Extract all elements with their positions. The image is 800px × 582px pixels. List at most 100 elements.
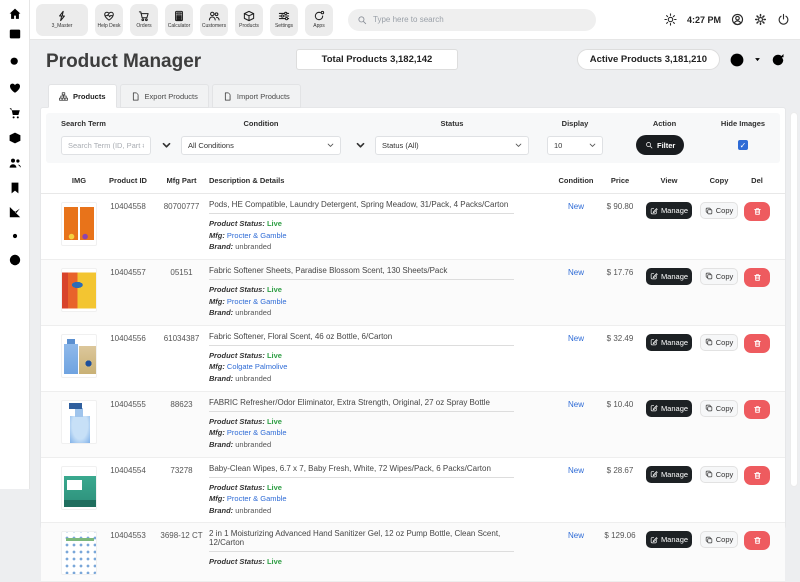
- column-header-view: View: [642, 176, 696, 185]
- app-button-settings[interactable]: Settings: [270, 4, 298, 36]
- status-select[interactable]: Status (All): [375, 136, 529, 155]
- app-button-label: Calculator: [168, 24, 191, 29]
- total-products-badge: Total Products 3,182,142: [296, 49, 458, 70]
- copy-button[interactable]: Copy: [700, 268, 738, 285]
- app-button-customers[interactable]: Customers: [200, 4, 228, 36]
- copy-button[interactable]: Copy: [700, 400, 738, 417]
- product-image[interactable]: [61, 400, 97, 444]
- tab-export-products[interactable]: Export Products: [120, 84, 209, 108]
- del-cell: [742, 332, 772, 353]
- user-avatar-icon[interactable]: [731, 13, 744, 26]
- bookmark-icon[interactable]: [8, 181, 22, 195]
- table-header-row: IMG Product ID Mfg Part Description & De…: [41, 168, 785, 194]
- copy-button[interactable]: Copy: [700, 202, 738, 219]
- mfg-link[interactable]: Procter & Gamble: [227, 428, 287, 437]
- price-cell: $ 32.49: [598, 332, 642, 343]
- manage-button[interactable]: Manage: [646, 268, 692, 285]
- condition-select[interactable]: All Conditions: [181, 136, 341, 155]
- global-search[interactable]: [348, 9, 596, 31]
- mfg-link[interactable]: Procter & Gamble: [227, 231, 287, 240]
- tab-products[interactable]: Products: [48, 84, 117, 108]
- delete-button[interactable]: [744, 400, 770, 419]
- delete-button[interactable]: [744, 531, 770, 550]
- product-status-value: Live: [267, 285, 282, 294]
- orders-cart-icon[interactable]: [8, 106, 22, 120]
- power-icon[interactable]: [777, 13, 790, 26]
- search-term-input[interactable]: [68, 141, 144, 150]
- manage-button[interactable]: Manage: [646, 466, 692, 483]
- download-icon[interactable]: [729, 52, 745, 68]
- vertical-scrollbar[interactable]: [790, 112, 798, 487]
- product-status-line: Product Status: Live: [209, 416, 514, 428]
- reports-chart-icon[interactable]: [8, 205, 22, 219]
- manage-button[interactable]: Manage: [646, 334, 692, 351]
- brand-line: Brand: unbranded: [209, 241, 514, 253]
- description-cell: Baby-Clean Wipes, 6.7 x 7, Baby Fresh, W…: [209, 464, 554, 517]
- product-image[interactable]: [61, 466, 97, 510]
- manage-button[interactable]: Manage: [646, 531, 692, 548]
- tab-import-products[interactable]: Import Products: [212, 84, 301, 108]
- help-desk-icon[interactable]: [8, 81, 22, 95]
- product-description: Pods, HE Compatible, Laundry Detergent, …: [209, 200, 514, 214]
- app-button-master[interactable]: 3_Master: [36, 4, 88, 36]
- display-value: 10: [554, 141, 562, 150]
- product-id-cell: 10404556: [102, 332, 154, 343]
- brand-line: Brand: unbranded: [209, 505, 514, 517]
- product-image[interactable]: [61, 268, 97, 312]
- copy-button[interactable]: Copy: [700, 334, 738, 351]
- caret-down-icon[interactable]: [754, 56, 761, 63]
- customers-users-icon[interactable]: [8, 156, 22, 170]
- price-cell: $ 129.06: [598, 529, 642, 540]
- product-image[interactable]: [61, 202, 97, 246]
- product-status-value: Live: [267, 483, 282, 492]
- view-cell: Manage: [642, 398, 696, 417]
- home-icon[interactable]: [8, 7, 22, 21]
- status-expand-button[interactable]: [353, 136, 367, 155]
- products-box-icon[interactable]: [8, 131, 22, 145]
- mfg-part-cell: 88623: [154, 398, 209, 409]
- delete-button[interactable]: [744, 466, 770, 485]
- display-select[interactable]: 10: [547, 136, 603, 155]
- refresh-icon[interactable]: [770, 52, 786, 68]
- del-cell: [742, 464, 772, 485]
- brand-label: Brand:: [209, 242, 233, 251]
- brand-label: Brand:: [209, 506, 233, 515]
- product-status-value: Live: [267, 417, 282, 426]
- app-button-calculator[interactable]: Calculator: [165, 4, 193, 36]
- manage-button[interactable]: Manage: [646, 202, 692, 219]
- app-button-help-desk[interactable]: Help Desk: [95, 4, 123, 36]
- app-button-orders[interactable]: Orders: [130, 4, 158, 36]
- gear-icon[interactable]: [754, 13, 767, 26]
- app-button-products[interactable]: Products: [235, 4, 263, 36]
- delete-button[interactable]: [744, 334, 770, 353]
- delete-button[interactable]: [744, 268, 770, 287]
- copy-button[interactable]: Copy: [700, 466, 738, 483]
- product-image[interactable]: [61, 531, 97, 575]
- product-description: Baby-Clean Wipes, 6.7 x 7, Baby Fresh, W…: [209, 464, 514, 478]
- mfg-link[interactable]: Procter & Gamble: [227, 297, 287, 306]
- copy-button[interactable]: Copy: [700, 531, 738, 548]
- edit-icon: [650, 404, 658, 412]
- product-image[interactable]: [61, 334, 97, 378]
- product-id-cell: 10404553: [102, 529, 154, 540]
- mfg-part-cell: 80700777: [154, 200, 209, 211]
- copy-icon: [705, 272, 713, 280]
- app-button-apps[interactable]: Apps: [305, 4, 333, 36]
- condition-expand-button[interactable]: [159, 136, 173, 155]
- brand-label: Brand:: [209, 308, 233, 317]
- theme-sun-icon[interactable]: [664, 13, 677, 26]
- mfg-link[interactable]: Procter & Gamble: [227, 494, 287, 503]
- copy-cell: Copy: [696, 200, 742, 219]
- product-status-label: Product Status:: [209, 219, 265, 228]
- search-icon[interactable]: [8, 55, 22, 69]
- globe-icon[interactable]: [8, 253, 22, 267]
- hide-images-checkbox[interactable]: [738, 140, 748, 150]
- condition-label: Condition: [181, 119, 341, 128]
- settings-gear-icon[interactable]: [8, 229, 22, 243]
- panel-toggle-icon[interactable]: [8, 27, 22, 41]
- mfg-link[interactable]: Colgate Palmolive: [227, 362, 287, 371]
- global-search-input[interactable]: [373, 15, 587, 24]
- manage-button[interactable]: Manage: [646, 400, 692, 417]
- filter-button[interactable]: Filter: [636, 135, 684, 155]
- delete-button[interactable]: [744, 202, 770, 221]
